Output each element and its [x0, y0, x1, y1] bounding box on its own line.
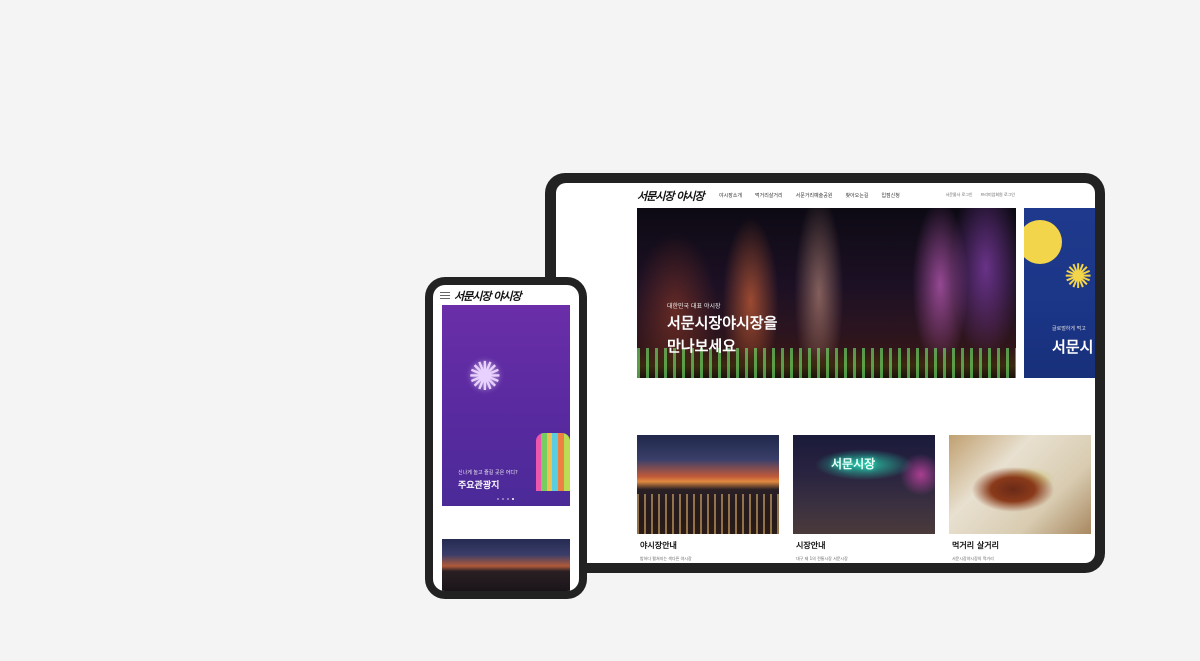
card-description: 밤하다 펼쳐지는 색다른 야시장	[640, 556, 692, 561]
utility-links: 서문몰사 로그인 프리미엄회원 로그인	[946, 192, 1015, 198]
card-title: 야시장안내	[640, 541, 677, 550]
card-night-market-guide[interactable]: 야시장안내 밤하다 펼쳐지는 색다른 야시장	[637, 435, 779, 562]
slider-dot[interactable]	[497, 498, 499, 500]
firework-icon: ✺	[1064, 257, 1093, 297]
slider-dot-active[interactable]	[512, 498, 514, 500]
site-logo[interactable]: 서문시장 야시장	[637, 188, 705, 204]
hero-subtitle: 대한민국 대표 야시장	[667, 303, 721, 310]
card-image-food	[949, 435, 1091, 534]
tablet-screen: 서문시장 야시장 야시장소개 먹거리살거리 서문거리예술공원 찾아오는길 입점신…	[556, 183, 1095, 563]
card-market-guide[interactable]: 서문시장 시장안내 대구 제 1의 전통시장 서문시장	[793, 435, 935, 562]
site-header: 서문시장 야시장 야시장소개 먹거리살거리 서문거리예술공원 찾아오는길 입점신…	[556, 183, 1095, 207]
card-description: 대구 제 1의 전통시장 서문시장	[796, 556, 848, 561]
mobile-banner[interactable]: ✺ 신나게 놀고 즐길 곳은 어디? 주요관광지	[442, 305, 570, 506]
login-link[interactable]: 서문몰사 로그인	[946, 192, 973, 198]
lantern-illustration	[536, 433, 570, 491]
card-image-market-gate: 서문시장	[793, 435, 935, 534]
mobile-banner-title: 주요관광지	[458, 481, 500, 491]
mobile-card-image[interactable]	[442, 539, 570, 591]
hero-next-subtitle: 글로벌하게 먹고	[1052, 326, 1086, 332]
slider-dot[interactable]	[502, 498, 504, 500]
card-food-shopping[interactable]: 먹거리 살거리 서문시장야시장의 먹거리	[949, 435, 1091, 562]
phone-device: 서문시장 야시장 ✺ 신나게 놀고 즐길 곳은 어디? 주요관광지	[425, 277, 587, 599]
moon-illustration	[1024, 220, 1062, 264]
tablet-device: 서문시장 야시장 야시장소개 먹거리살거리 서문거리예술공원 찾아오는길 입점신…	[545, 173, 1105, 573]
hero-title: 서문시장야시장을 만나보세요	[667, 312, 777, 358]
hero-title-line2: 만나보세요	[667, 337, 737, 355]
card-title: 먹거리 살거리	[952, 541, 999, 550]
hamburger-icon[interactable]	[440, 292, 450, 299]
nav-item-night-market[interactable]: 야시장소개	[719, 192, 742, 199]
market-stalls	[637, 494, 779, 534]
slider-dot[interactable]	[507, 498, 509, 500]
card-image-sunset	[637, 435, 779, 534]
nav-item-apply[interactable]: 입점신청	[881, 192, 899, 199]
slider-pagination	[497, 498, 514, 500]
main-nav: 야시장소개 먹거리살거리 서문거리예술공원 찾아오는길 입점신청	[719, 192, 900, 199]
phone-screen: 서문시장 야시장 ✺ 신나게 놀고 즐길 곳은 어디? 주요관광지	[433, 285, 579, 591]
mobile-banner-subtitle: 신나게 놀고 즐길 곳은 어디?	[458, 470, 518, 476]
hero-slide[interactable]: 대한민국 대표 야시장 서문시장야시장을 만나보세요	[637, 208, 1016, 378]
nav-item-directions[interactable]: 찾아오는길	[845, 192, 868, 199]
card-title: 시장안내	[796, 541, 826, 550]
firework-icon: ✺	[468, 354, 502, 400]
mobile-logo[interactable]: 서문시장 야시장	[454, 288, 522, 304]
market-neon-sign: 서문시장	[831, 457, 876, 471]
nav-item-art-park[interactable]: 서문거리예술공원	[796, 192, 833, 199]
nav-item-food-shopping[interactable]: 먹거리살거리	[755, 192, 783, 199]
premium-login-link[interactable]: 프리미엄회원 로그인	[981, 192, 1015, 198]
hero-slide-next[interactable]: ✺ 글로벌하게 먹고 서문시	[1024, 208, 1095, 378]
hero-title-line1: 서문시장야시장을	[667, 314, 778, 332]
card-description: 서문시장야시장의 먹거리	[952, 556, 994, 561]
hero-next-title: 서문시	[1052, 338, 1094, 356]
